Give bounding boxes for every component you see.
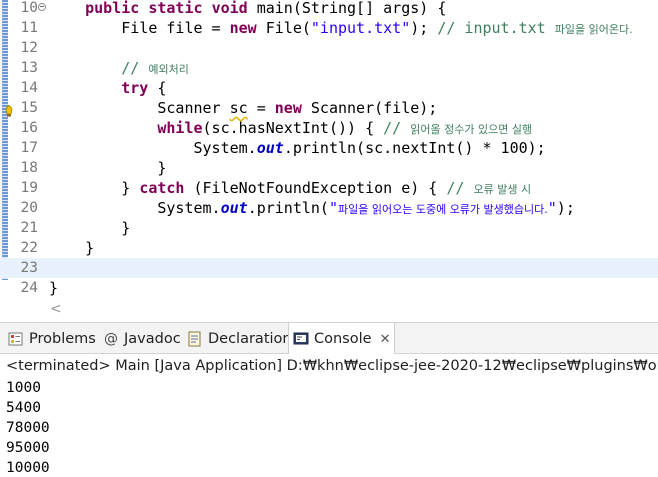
line-number: 11: [14, 18, 38, 38]
view-tab-bar: Problems @ Javadoc Declaration Console ✕: [0, 322, 658, 354]
code-text: try {: [49, 78, 166, 98]
code-text: public static void main(String[] args) {: [49, 0, 446, 18]
line-number: 22: [14, 238, 38, 258]
console-output-line: 78000: [6, 418, 50, 438]
tab-problems[interactable]: Problems: [4, 323, 100, 354]
code-line[interactable]: 21 }: [0, 218, 658, 238]
code-line[interactable]: 17 System.out.println(sc.nextInt() * 100…: [0, 138, 658, 158]
tab-javadoc-label: Javadoc: [124, 331, 181, 347]
warning-icon[interactable]: [4, 102, 14, 114]
code-text: } catch (FileNotFoundException e) { // 오…: [49, 178, 531, 200]
line-number: 17: [14, 138, 38, 158]
problems-icon: [8, 331, 24, 347]
code-line[interactable]: 13 // 예외처리: [0, 58, 658, 78]
code-line[interactable]: 18 }: [0, 158, 658, 178]
console-view[interactable]: <terminated> Main [Java Application] D:₩…: [0, 354, 658, 477]
console-output-line: 5400: [6, 398, 41, 418]
close-icon[interactable]: ✕: [380, 332, 391, 347]
code-line[interactable]: 22 }: [0, 238, 658, 258]
line-number: 13: [14, 58, 38, 78]
tab-problems-label: Problems: [29, 331, 96, 347]
code-text: System.out.println(sc.nextInt() * 100);: [49, 138, 546, 158]
code-text: System.out.println("파일을 읽어오는 도중에 오류가 발생했…: [49, 198, 575, 220]
code-editor[interactable]: 10 public static void main(String[] args…: [0, 0, 658, 298]
console-output-line: 95000: [6, 438, 50, 458]
code-text: Scanner sc = new Scanner(file);: [49, 98, 437, 118]
declaration-icon: [187, 331, 203, 347]
code-text: }: [49, 218, 130, 238]
tab-console[interactable]: Console ✕: [288, 323, 395, 355]
line-number: 24: [14, 278, 38, 298]
code-line[interactable]: 15 Scanner sc = new Scanner(file);: [0, 98, 658, 118]
console-output-line: 1000: [6, 378, 41, 398]
code-line[interactable]: 10 public static void main(String[] args…: [0, 0, 658, 18]
code-line[interactable]: 16 while(sc.hasNextInt()) { // 읽어올 정수가 있…: [0, 118, 658, 138]
code-text: // 예외처리: [49, 58, 189, 80]
console-icon: [293, 331, 309, 347]
code-text: }: [49, 278, 58, 298]
line-number: 21: [14, 218, 38, 238]
code-line[interactable]: 20 System.out.println("파일을 읽어오는 도중에 오류가 …: [0, 198, 658, 218]
code-text: }: [49, 238, 94, 258]
line-number: 15: [14, 98, 38, 118]
code-line[interactable]: 23: [0, 258, 658, 278]
code-line[interactable]: 11 File file = new File("input.txt"); //…: [0, 18, 658, 38]
code-line[interactable]: 24}: [0, 278, 658, 298]
console-launch-title: <terminated> Main [Java Application] D:₩…: [6, 356, 658, 376]
code-line[interactable]: 19 } catch (FileNotFoundException e) { /…: [0, 178, 658, 198]
line-number: 10: [14, 0, 38, 18]
console-output-line: 10000: [6, 458, 50, 477]
tab-console-label: Console: [314, 331, 372, 347]
line-number: 18: [14, 158, 38, 178]
code-line[interactable]: 12: [0, 38, 658, 58]
line-number: 16: [14, 118, 38, 138]
tab-javadoc[interactable]: @ Javadoc: [100, 323, 185, 354]
fold-collapse-icon[interactable]: [38, 3, 46, 11]
scroll-left-icon[interactable]: <: [50, 301, 62, 317]
code-text: }: [49, 158, 166, 178]
code-line[interactable]: 14 try {: [0, 78, 658, 98]
javadoc-at-icon: @: [104, 331, 118, 347]
line-number: 20: [14, 198, 38, 218]
line-number: 14: [14, 78, 38, 98]
code-text: while(sc.hasNextInt()) { // 읽어올 정수가 있으면 …: [49, 118, 532, 140]
line-number: 23: [14, 258, 38, 278]
editor-horizontal-scrollbar[interactable]: <: [0, 299, 658, 321]
tab-declaration-label: Declaration: [208, 331, 292, 347]
line-number: 12: [14, 38, 38, 58]
tab-declaration[interactable]: Declaration: [183, 323, 296, 354]
line-number: 19: [14, 178, 38, 198]
code-text: File file = new File("input.txt"); // in…: [49, 18, 633, 40]
